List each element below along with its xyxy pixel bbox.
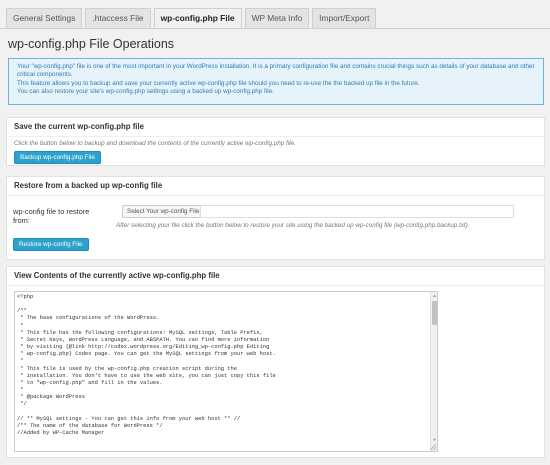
restore-file-label: wp-config file to restore from:	[13, 207, 90, 225]
scroll-down-icon[interactable]: ▼	[432, 437, 437, 443]
info-text-1: Your "wp-config.php" file is one of the …	[17, 63, 535, 79]
save-config-panel: Save the current wp-config.php file Clic…	[6, 117, 545, 166]
resize-grip-icon[interactable]	[430, 444, 436, 450]
restore-panel-hint: After selecting your file click the butt…	[116, 222, 470, 229]
tab-divider	[0, 28, 550, 29]
view-panel-title: View Contents of the currently active wp…	[7, 267, 544, 286]
scroll-up-icon[interactable]: ▲	[432, 293, 437, 299]
tab-htaccess-file[interactable]: .htaccess File	[85, 8, 151, 28]
tab-wp-config-file[interactable]: wp-config.php File	[153, 8, 242, 29]
tab-general-settings[interactable]: General Settings	[6, 8, 83, 28]
scroll-thumb[interactable]	[432, 301, 437, 325]
tab-bar: General Settings .htaccess File wp-confi…	[6, 8, 377, 29]
config-code: <?php /** * The base configurations of t…	[17, 294, 276, 436]
save-panel-title: Save the current wp-config.php file	[7, 118, 544, 137]
select-config-file-button[interactable]: Select Your wp-config File	[122, 205, 205, 218]
page-title: wp-config.php File Operations	[8, 37, 175, 51]
tab-wp-meta-info[interactable]: WP Meta Info	[244, 8, 310, 28]
code-scrollbar[interactable]: ▲ ▼	[430, 292, 437, 451]
restore-config-button[interactable]: Restore wp-config File	[13, 238, 89, 251]
config-contents-textarea[interactable]: <?php /** * The base configurations of t…	[14, 291, 438, 452]
save-panel-hint: Click the button below to backup and dow…	[14, 140, 296, 147]
info-box: Your "wp-config.php" file is one of the …	[8, 58, 544, 105]
backup-config-button[interactable]: Backup wp-config.php File	[14, 151, 101, 164]
tab-import-export[interactable]: Import/Export	[312, 8, 377, 28]
restore-config-panel: Restore from a backed up wp-config file …	[6, 176, 545, 260]
info-text-2: This feature allows you to backup and sa…	[17, 79, 420, 87]
restore-panel-title: Restore from a backed up wp-config file	[7, 177, 544, 196]
info-text-3: You can also restore your site's wp-conf…	[17, 87, 274, 95]
selected-file-field[interactable]	[200, 205, 514, 218]
view-config-panel: View Contents of the currently active wp…	[6, 266, 545, 458]
